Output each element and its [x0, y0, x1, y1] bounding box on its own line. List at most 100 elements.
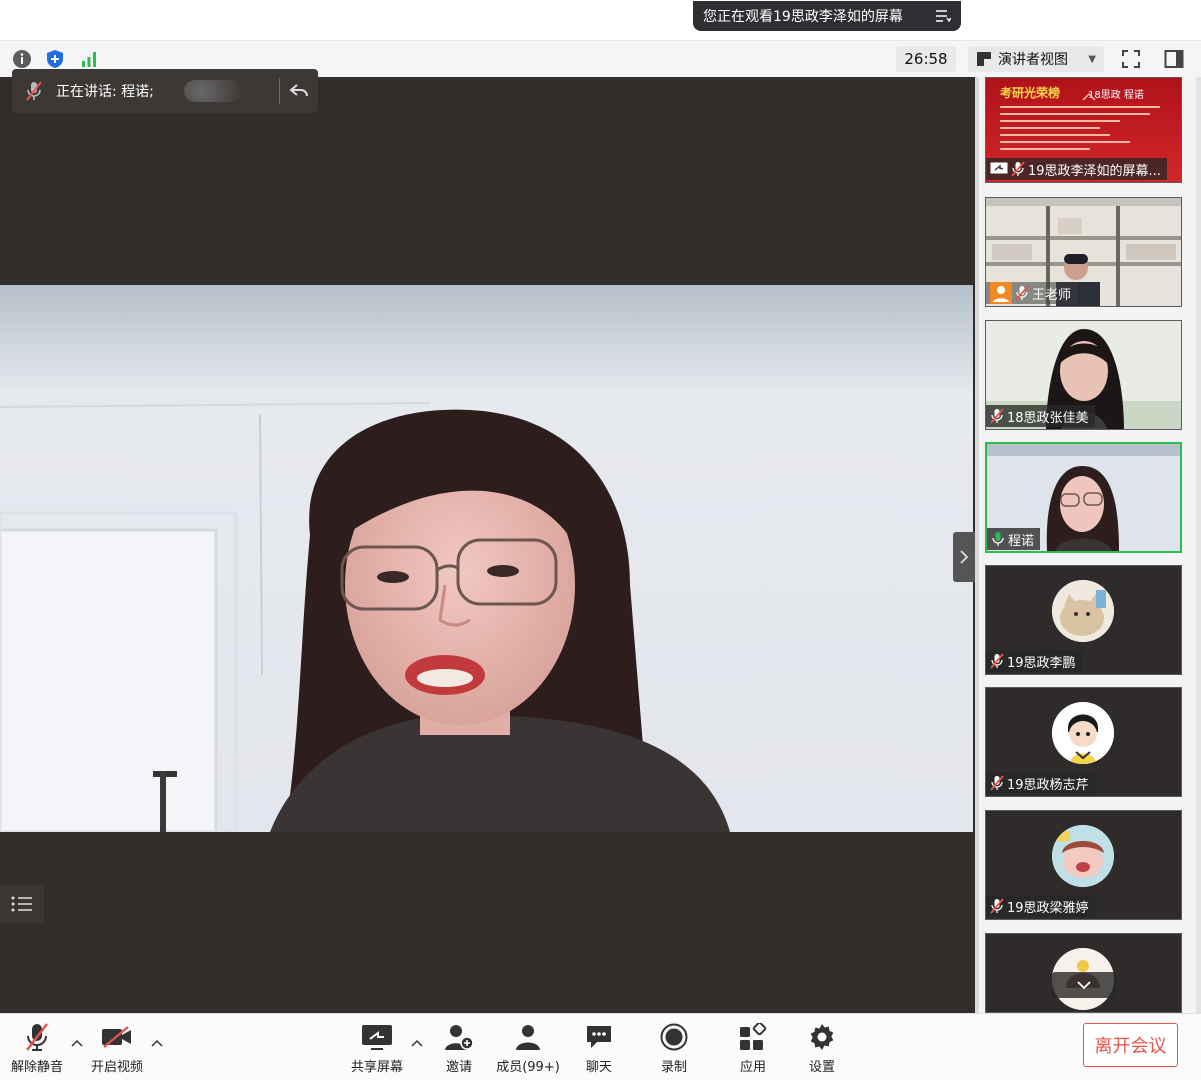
gallery-tile-wang[interactable]: 王老师 — [985, 197, 1182, 307]
tile-name-bar: 王老师 — [986, 282, 1078, 304]
chevron-up-icon — [1082, 92, 1096, 101]
tile-name: 18思政张佳美 — [1007, 410, 1089, 426]
chevron-down-icon: ▼ — [1088, 53, 1096, 65]
reply-arrow-icon[interactable] — [280, 83, 318, 99]
gallery-scrollbar[interactable] — [1196, 77, 1201, 1013]
gallery-tile-cheng-active[interactable]: 程诺 — [985, 442, 1182, 553]
gallery-tile-screen-share[interactable]: 考研光荣榜 18思政 程诺 19思政李泽如的屏幕... — [985, 77, 1182, 183]
mic-muted-icon — [12, 69, 56, 113]
video-gallery: 考研光荣榜 18思政 程诺 19思政李泽如的屏幕... 王老师 18思政张佳美 … — [975, 77, 1201, 1013]
speaker-view-icon — [977, 52, 991, 66]
share-banner-text: 您正在观看19思政李泽如的屏幕 — [703, 9, 903, 25]
list-icon — [11, 896, 32, 912]
thumb-text-lines — [1000, 106, 1160, 150]
blurred-region — [183, 80, 242, 102]
share-screen-button[interactable]: 共享屏幕 — [341, 1020, 413, 1075]
main-stage: 正在讲话: 程诺; — [0, 69, 975, 1013]
main-video — [0, 285, 973, 832]
mic-muted-icon — [990, 775, 1004, 791]
mic-muted-icon — [990, 898, 1004, 914]
tile-name: 程诺 — [1008, 533, 1035, 549]
screen-share-banner[interactable]: 您正在观看19思政李泽如的屏幕 — [693, 1, 961, 31]
tile-name-bar: 程诺 — [987, 528, 1041, 550]
active-speaker-bar: 正在讲话: 程诺; — [12, 69, 318, 113]
gallery-tile-yang[interactable]: 19思政杨志芹 — [985, 687, 1182, 797]
tile-name-bar: 19思政杨志芹 — [986, 772, 1095, 794]
members-icon — [514, 1020, 542, 1054]
mic-muted-icon — [990, 408, 1004, 424]
members-button[interactable]: 成员(99+) — [488, 1020, 568, 1075]
tile-name: 19思政李泽如的屏幕... — [1028, 163, 1161, 179]
leave-meeting-button[interactable]: 离开会议 — [1083, 1023, 1178, 1067]
record-icon — [660, 1020, 688, 1054]
speaker-video-frame — [0, 285, 973, 832]
tile-name-bar: 19思政梁雅婷 — [986, 895, 1095, 917]
video-options-chevron[interactable] — [150, 1036, 164, 1050]
invite-icon — [444, 1020, 474, 1054]
meeting-timer: 26:58 — [896, 46, 956, 72]
video-off-icon — [101, 1020, 133, 1054]
share-options-chevron[interactable] — [410, 1036, 424, 1050]
tile-name: 19思政李鹏 — [1007, 655, 1076, 671]
avatar — [1052, 702, 1114, 764]
tile-name: 19思政梁雅婷 — [1007, 900, 1089, 916]
sidebar-icon[interactable] — [1162, 47, 1186, 71]
gear-icon — [808, 1020, 836, 1054]
info-icon[interactable] — [10, 47, 34, 71]
menu-list-icon[interactable] — [931, 4, 955, 28]
scroll-down-button[interactable] — [1052, 972, 1116, 998]
avatar — [1052, 825, 1114, 887]
record-label: 录制 — [660, 1060, 687, 1075]
gallery-collapse-handle[interactable] — [953, 532, 975, 582]
tile-name-bar: 19思政李鹏 — [986, 650, 1082, 672]
mic-muted-icon — [24, 1020, 50, 1054]
chat-button[interactable]: 聊天 — [563, 1020, 635, 1075]
mic-muted-icon — [1011, 161, 1025, 177]
start-video-label: 开启视频 — [90, 1060, 143, 1075]
tile-name-bar: 19思政李泽如的屏幕... — [986, 158, 1167, 180]
start-video-button[interactable]: 开启视频 — [81, 1020, 153, 1075]
invite-label: 邀请 — [445, 1060, 472, 1075]
chat-icon — [585, 1020, 613, 1054]
signal-icon[interactable] — [77, 47, 101, 71]
mic-active-icon — [992, 532, 1004, 546]
members-label: 成员(99+) — [496, 1060, 560, 1075]
tile-name-bar: 18思政张佳美 — [986, 405, 1095, 427]
gallery-tile-liang[interactable]: 19思政梁雅婷 — [985, 810, 1182, 920]
thumb-title: 考研光荣榜 — [1000, 86, 1061, 100]
settings-button[interactable]: 设置 — [786, 1020, 858, 1075]
chevron-right-icon — [960, 550, 969, 564]
list-toggle-button[interactable] — [0, 885, 44, 923]
mic-muted-icon — [990, 653, 1004, 669]
apps-label: 应用 — [739, 1060, 766, 1075]
tile-name: 19思政杨志芹 — [1007, 777, 1089, 793]
chat-label: 聊天 — [585, 1060, 612, 1075]
invite-button[interactable]: 邀请 — [423, 1020, 495, 1075]
view-mode-dropdown[interactable]: 演讲者视图 ▼ — [968, 46, 1104, 72]
thumb-subtitle: 18思政 程诺 — [1088, 90, 1144, 101]
active-speaker-text: 正在讲话: 程诺; — [56, 84, 154, 100]
gallery-divider[interactable] — [975, 77, 979, 1013]
settings-label: 设置 — [808, 1060, 835, 1075]
avatar — [1052, 580, 1114, 642]
apps-button[interactable]: 应用 — [717, 1020, 789, 1075]
unmute-label: 解除静音 — [10, 1060, 63, 1075]
unmute-button[interactable]: 解除静音 — [1, 1020, 73, 1075]
view-mode-label: 演讲者视图 — [998, 52, 1068, 68]
gallery-tile-zhang[interactable]: 18思政张佳美 — [985, 320, 1182, 430]
share-icon — [990, 162, 1008, 174]
title-strip: 您正在观看19思政李泽如的屏幕 — [0, 0, 1201, 40]
apps-icon — [739, 1020, 767, 1054]
share-icon — [361, 1020, 393, 1054]
gallery-tile-partial[interactable] — [985, 933, 1182, 1013]
chevron-down-icon — [1077, 981, 1091, 990]
shield-icon[interactable] — [43, 47, 67, 71]
mic-muted-icon — [1015, 285, 1029, 301]
share-screen-label: 共享屏幕 — [350, 1060, 403, 1075]
tile-name: 王老师 — [1032, 287, 1072, 303]
user-avatar-icon — [990, 282, 1012, 304]
gallery-tile-lipeng[interactable]: 19思政李鹏 — [985, 565, 1182, 675]
meeting-window: 您正在观看19思政李泽如的屏幕 26:58 演讲者视图 ▼ 正在讲话: 程诺; … — [0, 0, 1201, 1080]
fullscreen-icon[interactable] — [1119, 47, 1143, 71]
record-button[interactable]: 录制 — [638, 1020, 710, 1075]
